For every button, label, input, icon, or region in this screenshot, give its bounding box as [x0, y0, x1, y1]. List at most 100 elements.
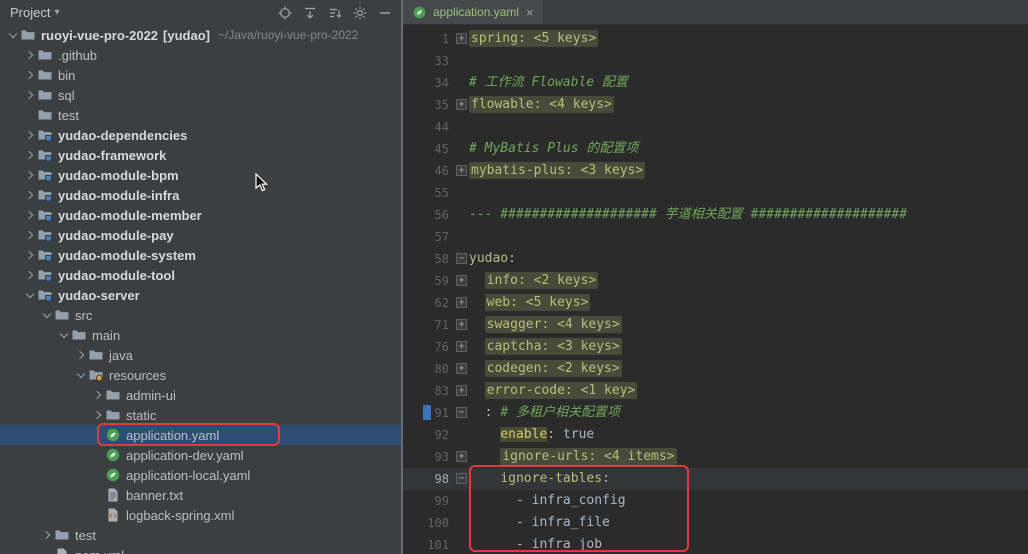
chevron-collapsed-icon[interactable]: [91, 385, 105, 405]
code-line-1[interactable]: 1+spring: <5 keys>: [403, 28, 1028, 50]
tree-item-label: java: [109, 348, 133, 363]
code-line-34[interactable]: 34# 工作流 Flowable 配置: [403, 72, 1028, 94]
tree-item-ruoyi-vue-pro-2022[interactable]: ruoyi-vue-pro-2022[yudao]~/Java/ruoyi-vu…: [0, 25, 401, 45]
fold-plus-icon[interactable]: +: [456, 33, 467, 44]
tree-item-src[interactable]: src: [0, 305, 401, 325]
fold-minus-icon[interactable]: −: [456, 473, 467, 484]
chevron-collapsed-icon[interactable]: [91, 405, 105, 425]
tree-item-.github[interactable]: .github: [0, 45, 401, 65]
chevron-collapsed-icon[interactable]: [23, 65, 37, 85]
code-line-100[interactable]: 100 - infra_file: [403, 512, 1028, 534]
settings-gear-icon[interactable]: [352, 5, 368, 21]
code-line-55[interactable]: 55: [403, 182, 1028, 204]
tree-item-application-local.yaml[interactable]: application-local.yaml: [0, 465, 401, 485]
code-line-92[interactable]: 92 enable: true: [403, 424, 1028, 446]
tree-item-yudao-dependencies[interactable]: yudao-dependencies: [0, 125, 401, 145]
chevron-collapsed-icon[interactable]: [23, 245, 37, 265]
chevron-spacer: [91, 485, 105, 505]
tree-item-bin[interactable]: bin: [0, 65, 401, 85]
fold-plus-icon[interactable]: +: [456, 319, 467, 330]
tree-item-yudao-module-pay[interactable]: yudao-module-pay: [0, 225, 401, 245]
code-line-99[interactable]: 99 - infra_config: [403, 490, 1028, 512]
close-icon[interactable]: ×: [526, 5, 534, 20]
chevron-expanded-icon[interactable]: [57, 325, 71, 345]
tree-item-pom.xml[interactable]: pom.xml: [0, 545, 401, 554]
code-line-45[interactable]: 45# MyBatis Plus 的配置项: [403, 138, 1028, 160]
chevron-expanded-icon[interactable]: [23, 285, 37, 305]
project-panel-title[interactable]: Project: [10, 5, 50, 20]
code-line-56[interactable]: 56--- #################### 芋道相关配置 ######…: [403, 204, 1028, 226]
fold-plus-icon[interactable]: +: [456, 165, 467, 176]
tree-item-yudao-framework[interactable]: yudao-framework: [0, 145, 401, 165]
chevron-expanded-icon[interactable]: [40, 305, 54, 325]
code-line-33[interactable]: 33: [403, 50, 1028, 72]
chevron-collapsed-icon[interactable]: [23, 205, 37, 225]
chevron-collapsed-icon[interactable]: [74, 345, 88, 365]
tree-item-yudao-module-system[interactable]: yudao-module-system: [0, 245, 401, 265]
chevron-collapsed-icon[interactable]: [40, 525, 54, 545]
chevron-collapsed-icon[interactable]: [23, 165, 37, 185]
code-line-98[interactable]: 98− ignore-tables:: [403, 468, 1028, 490]
chevron-collapsed-icon[interactable]: [23, 125, 37, 145]
code-line-59[interactable]: 59+ info: <2 keys>: [403, 270, 1028, 292]
tree-item-main[interactable]: main: [0, 325, 401, 345]
locate-icon[interactable]: [277, 5, 293, 21]
hide-panel-icon[interactable]: [377, 5, 393, 21]
chevron-expanded-icon[interactable]: [6, 25, 20, 45]
tree-item-application-dev.yaml[interactable]: application-dev.yaml: [0, 445, 401, 465]
fold-plus-icon[interactable]: +: [456, 297, 467, 308]
fold-minus-icon[interactable]: −: [456, 253, 467, 264]
chevron-collapsed-icon[interactable]: [23, 185, 37, 205]
tree-item-sql[interactable]: sql: [0, 85, 401, 105]
tree-item-yudao-module-tool[interactable]: yudao-module-tool: [0, 265, 401, 285]
code-line-44[interactable]: 44: [403, 116, 1028, 138]
tree-item-yudao-server[interactable]: yudao-server: [0, 285, 401, 305]
fold-column: +: [455, 446, 469, 468]
code-line-80[interactable]: 80+ codegen: <2 keys>: [403, 358, 1028, 380]
fold-plus-icon[interactable]: +: [456, 99, 467, 110]
collapse-all-icon[interactable]: [302, 5, 318, 21]
fold-minus-icon[interactable]: −: [456, 407, 467, 418]
chevron-collapsed-icon[interactable]: [23, 85, 37, 105]
tree-item-application.yaml[interactable]: application.yaml: [0, 425, 401, 445]
fold-plus-icon[interactable]: +: [456, 341, 467, 352]
tree-item-logback-spring.xml[interactable]: logback-spring.xml: [0, 505, 401, 525]
tree-item-java[interactable]: java: [0, 345, 401, 365]
code-line-71[interactable]: 71+ swagger: <4 keys>: [403, 314, 1028, 336]
code-line-46[interactable]: 46+mybatis-plus: <3 keys>: [403, 160, 1028, 182]
chevron-collapsed-icon[interactable]: [23, 225, 37, 245]
tree-item-label: main: [92, 328, 120, 343]
tree-item-yudao-module-bpm[interactable]: yudao-module-bpm: [0, 165, 401, 185]
code-line-58[interactable]: 58−yudao:: [403, 248, 1028, 270]
tree-item-banner.txt[interactable]: banner.txt: [0, 485, 401, 505]
code-line-57[interactable]: 57: [403, 226, 1028, 248]
chevron-collapsed-icon[interactable]: [23, 265, 37, 285]
code-line-35[interactable]: 35+flowable: <4 keys>: [403, 94, 1028, 116]
sort-icon[interactable]: [327, 5, 343, 21]
tree-item-yudao-module-infra[interactable]: yudao-module-infra: [0, 185, 401, 205]
tab-application-yaml[interactable]: application.yaml ×: [403, 0, 543, 24]
fold-plus-icon[interactable]: +: [456, 275, 467, 286]
chevron-collapsed-icon[interactable]: [23, 45, 37, 65]
chevron-down-icon[interactable]: ▾: [54, 7, 59, 18]
tree-item-test[interactable]: test: [0, 105, 401, 125]
chevron-collapsed-icon[interactable]: [23, 145, 37, 165]
tree-item-test[interactable]: test: [0, 525, 401, 545]
fold-plus-icon[interactable]: +: [456, 363, 467, 374]
tree-item-yudao-module-member[interactable]: yudao-module-member: [0, 205, 401, 225]
tree-item-static[interactable]: static: [0, 405, 401, 425]
code-line-62[interactable]: 62+ web: <5 keys>: [403, 292, 1028, 314]
fold-plus-icon[interactable]: +: [456, 385, 467, 396]
tree-item-admin-ui[interactable]: admin-ui: [0, 385, 401, 405]
chevron-expanded-icon[interactable]: [74, 365, 88, 385]
code-line-91[interactable]: 91− : # 多租户相关配置项: [403, 402, 1028, 424]
code-line-93[interactable]: 93+ ignore-urls: <4 items>: [403, 446, 1028, 468]
code-line-83[interactable]: 83+ error-code: <1 key>: [403, 380, 1028, 402]
fold-column: [455, 424, 469, 446]
line-number: 71: [403, 314, 455, 336]
tree-item-resources[interactable]: resources: [0, 365, 401, 385]
code-line-101[interactable]: 101 - infra_job: [403, 534, 1028, 554]
code-line-76[interactable]: 76+ captcha: <3 keys>: [403, 336, 1028, 358]
line-number: 57: [403, 226, 455, 248]
fold-plus-icon[interactable]: +: [456, 451, 467, 462]
